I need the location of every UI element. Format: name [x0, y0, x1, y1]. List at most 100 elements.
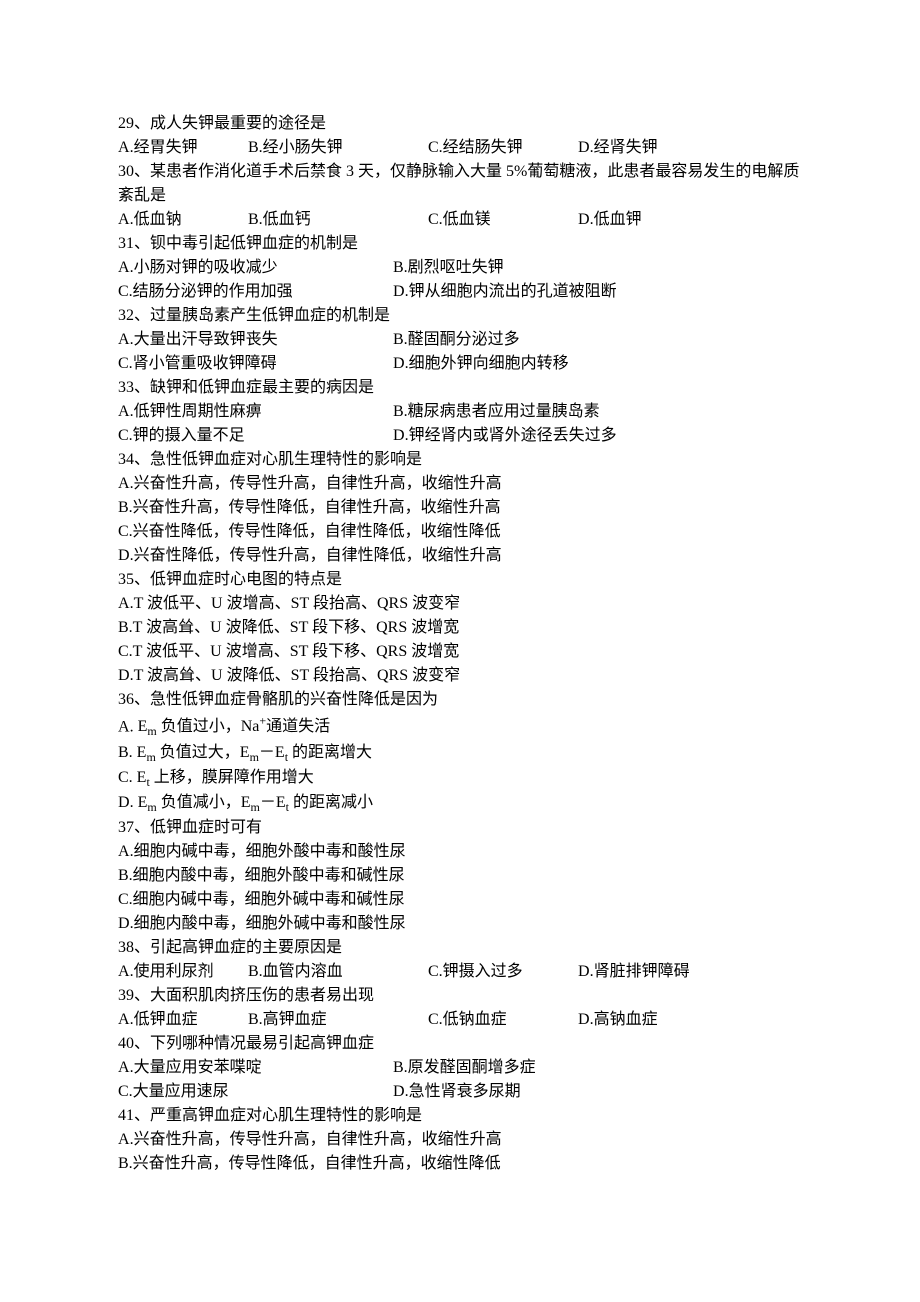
- option-text: 细胞内碱中毒，细胞外碱中毒和碱性尿: [133, 891, 405, 908]
- option-label: A: [118, 1131, 130, 1148]
- option-text: 急性肾衰多尿期: [409, 1083, 521, 1100]
- option-text: 经结肠失钾: [443, 139, 523, 156]
- option: D.T 波高耸、U 波降低、ST 段抬高、QRS 波变窄: [118, 664, 802, 688]
- option: A.兴奋性升高，传导性升高，自律性升高，收缩性升高: [118, 472, 802, 496]
- option-text: 兴奋性升高，传导性降低，自律性升高，收缩性降低: [133, 1155, 501, 1172]
- option-label: C: [118, 643, 129, 660]
- option: D.细胞内酸中毒，细胞外碱中毒和酸性尿: [118, 912, 802, 936]
- option-text: 细胞内酸中毒，细胞外碱中毒和酸性尿: [134, 915, 406, 932]
- option-text: 经胃失钾: [134, 139, 198, 156]
- option-label: A: [118, 595, 130, 612]
- option: B.高钾血症: [248, 1008, 428, 1032]
- question-option-row: C.肾小管重吸收钾障碍D.细胞外钾向细胞内转移: [118, 352, 802, 376]
- option: B.低血钙: [248, 208, 428, 232]
- question-option-row: A.小肠对钾的吸收减少B.剧烈呕吐失钾: [118, 256, 802, 280]
- option: B.经小肠失钾: [248, 136, 428, 160]
- option-text: 肾脏排钾障碍: [594, 963, 690, 980]
- option-text: T 波高耸、U 波降低、ST 段下移、QRS 波增宽: [133, 619, 460, 636]
- option-label: D: [578, 211, 590, 228]
- option: A.低钾血症: [118, 1008, 248, 1032]
- option-label: D: [118, 794, 130, 811]
- option-label: C: [428, 139, 439, 156]
- option-text: 血管内溶血: [263, 963, 343, 980]
- option-text: 钾从细胞内流出的孔道被阻断: [409, 283, 617, 300]
- question-number: 34: [118, 451, 134, 468]
- question-text: 钡中毒引起低钾血症的机制是: [150, 235, 358, 252]
- option: C.兴奋性降低，传导性降低，自律性降低，收缩性降低: [118, 520, 802, 544]
- option-text: 原发醛固酮增多症: [408, 1059, 536, 1076]
- option: A.大量应用安苯喋啶: [118, 1056, 393, 1080]
- question-option-row: A.低钾性周期性麻痹B.糖尿病患者应用过量胰岛素: [118, 400, 802, 424]
- option-label: A: [118, 259, 130, 276]
- option-label: B: [118, 867, 129, 884]
- option-text: 细胞内酸中毒，细胞外酸中毒和碱性尿: [133, 867, 405, 884]
- question-stem: 39、大面积肌肉挤压伤的患者易出现: [118, 984, 802, 1008]
- option-text: 使用利尿剂: [134, 963, 214, 980]
- option-label: D: [578, 139, 590, 156]
- option: C.结肠分泌钾的作用加强: [118, 280, 393, 304]
- question-text: 下列哪种情况最易引起高钾血症: [150, 1035, 374, 1052]
- option-text: 细胞外钾向细胞内转移: [409, 355, 569, 372]
- option: A.小肠对钾的吸收减少: [118, 256, 393, 280]
- option: C.大量应用速尿: [118, 1080, 393, 1104]
- question-stem: 37、低钾血症时可有: [118, 816, 802, 840]
- option-text: Et 上移，膜屏障作用增大: [133, 769, 314, 786]
- option: B.血管内溶血: [248, 960, 428, 984]
- option-label: A: [118, 331, 130, 348]
- option: A. Em 负值过小，Na+通道失活: [118, 712, 802, 741]
- option-label: A: [118, 403, 130, 420]
- option-text: 兴奋性降低，传导性降低，自律性降低，收缩性降低: [133, 523, 501, 540]
- option-text: Em 负值减小，Em－Et 的距离减小: [134, 794, 373, 811]
- question-text: 急性低钾血症骨骼肌的兴奋性降低是因为: [150, 691, 438, 708]
- option-text: 钾的摄入量不足: [133, 427, 245, 444]
- option-label: C: [118, 355, 129, 372]
- option-text: T 波高耸、U 波降低、ST 段抬高、QRS 波变窄: [134, 667, 461, 684]
- option: D.钾从细胞内流出的孔道被阻断: [393, 280, 617, 304]
- option-text: 大量应用速尿: [133, 1083, 229, 1100]
- option-text: 钾摄入过多: [443, 963, 523, 980]
- option-text: 低钠血症: [443, 1011, 507, 1028]
- option-text: 高钠血症: [594, 1011, 658, 1028]
- option: D.经肾失钾: [578, 136, 728, 160]
- option-text: 经肾失钾: [594, 139, 658, 156]
- question-number: 30: [118, 163, 134, 180]
- option-label: D: [578, 1011, 590, 1028]
- option-text: 低钾性周期性麻痹: [134, 403, 262, 420]
- question-options: A.低钾血症B.高钾血症C.低钠血症D.高钠血症: [118, 1008, 802, 1032]
- option: D. Em 负值减小，Em－Et 的距离减小: [118, 791, 802, 816]
- question-number: 29: [118, 115, 134, 132]
- option-text: 小肠对钾的吸收减少: [134, 259, 278, 276]
- question-text: 引起高钾血症的主要原因是: [150, 939, 342, 956]
- question-number: 41: [118, 1107, 134, 1124]
- option-label: C: [428, 211, 439, 228]
- option-label: B: [393, 403, 404, 420]
- option: B.醛固酮分泌过多: [393, 328, 593, 352]
- option-label: B: [393, 1059, 404, 1076]
- option: B.剧烈呕吐失钾: [393, 256, 593, 280]
- question-options: A.使用利尿剂B.血管内溶血C.钾摄入过多D.肾脏排钾障碍: [118, 960, 802, 984]
- option-label: D: [393, 283, 405, 300]
- option-label: C: [428, 1011, 439, 1028]
- option-text: 剧烈呕吐失钾: [408, 259, 504, 276]
- option: C.T 波低平、U 波增高、ST 段下移、QRS 波增宽: [118, 640, 802, 664]
- option: D.高钠血症: [578, 1008, 728, 1032]
- option: B.兴奋性升高，传导性降低，自律性升高，收缩性升高: [118, 496, 802, 520]
- option-label: A: [118, 963, 130, 980]
- option-text: 醛固酮分泌过多: [408, 331, 520, 348]
- option-label: A: [118, 718, 130, 735]
- question-number: 36: [118, 691, 134, 708]
- option: A.使用利尿剂: [118, 960, 248, 984]
- option-text: 兴奋性升高，传导性降低，自律性升高，收缩性升高: [133, 499, 501, 516]
- option-text: 低钾血症: [134, 1011, 198, 1028]
- option-label: B: [248, 1011, 259, 1028]
- option-label: B: [248, 139, 259, 156]
- question-option-row: C.结肠分泌钾的作用加强D.钾从细胞内流出的孔道被阻断: [118, 280, 802, 304]
- question-text: 低钾血症时心电图的特点是: [150, 571, 342, 588]
- option-text: 大量出汗导致钾丧失: [134, 331, 278, 348]
- option-label: C: [118, 283, 129, 300]
- option-label: D: [578, 963, 590, 980]
- option-label: B: [118, 499, 129, 516]
- question-options: A.经胃失钾B.经小肠失钾C.经结肠失钾D.经肾失钾: [118, 136, 802, 160]
- option-text: 兴奋性升高，传导性升高，自律性升高，收缩性升高: [134, 1131, 502, 1148]
- option: C. Et 上移，膜屏障作用增大: [118, 766, 802, 791]
